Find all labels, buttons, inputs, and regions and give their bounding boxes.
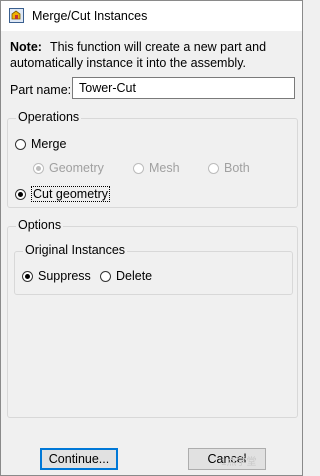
part-name-label: Part name: — [10, 83, 72, 97]
note-label: Note: — [10, 40, 42, 54]
delete-label: Delete — [116, 269, 153, 283]
window-title: Merge/Cut Instances — [32, 9, 148, 23]
original-instances-title: Original Instances — [23, 243, 128, 257]
options-title: Options — [16, 218, 64, 232]
merge-label: Merge — [31, 137, 67, 151]
cut-geometry-label: Cut geometry — [31, 186, 111, 202]
title-bar: Merge/Cut Instances — [1, 1, 302, 31]
delete-radio-option[interactable]: Delete — [100, 269, 152, 283]
geometry-radio-option[interactable]: Geometry — [33, 161, 104, 175]
suppress-radio-option[interactable]: Suppress — [22, 269, 91, 283]
suppress-label: Suppress — [38, 269, 91, 283]
note-text: Note: This function will create a new par… — [10, 39, 300, 71]
app-icon — [9, 8, 24, 23]
continue-button[interactable]: Continue... — [40, 448, 118, 470]
mesh-label: Mesh — [149, 161, 180, 175]
merge-radio[interactable] — [15, 138, 26, 150]
delete-radio[interactable] — [100, 270, 111, 282]
geometry-label: Geometry — [49, 161, 104, 175]
cut-geometry-radio[interactable] — [15, 188, 26, 200]
watermark: 1点学堂 — [221, 457, 257, 468]
note-body: This function will create a new part and… — [10, 40, 267, 70]
dialog-window: Merge/Cut Instances Note: This function w… — [0, 0, 303, 476]
part-name-input[interactable] — [72, 77, 295, 99]
suppress-radio[interactable] — [22, 270, 33, 282]
operations-title: Operations — [16, 110, 82, 124]
both-radio-option[interactable]: Both — [208, 161, 250, 175]
both-radio[interactable] — [208, 162, 219, 174]
merge-radio-option[interactable]: Merge — [15, 137, 66, 151]
cut-geometry-radio-option[interactable]: Cut geometry — [15, 186, 111, 202]
geometry-radio[interactable] — [33, 162, 44, 174]
mesh-radio[interactable] — [133, 162, 144, 174]
mesh-radio-option[interactable]: Mesh — [133, 161, 180, 175]
both-label: Both — [224, 161, 250, 175]
